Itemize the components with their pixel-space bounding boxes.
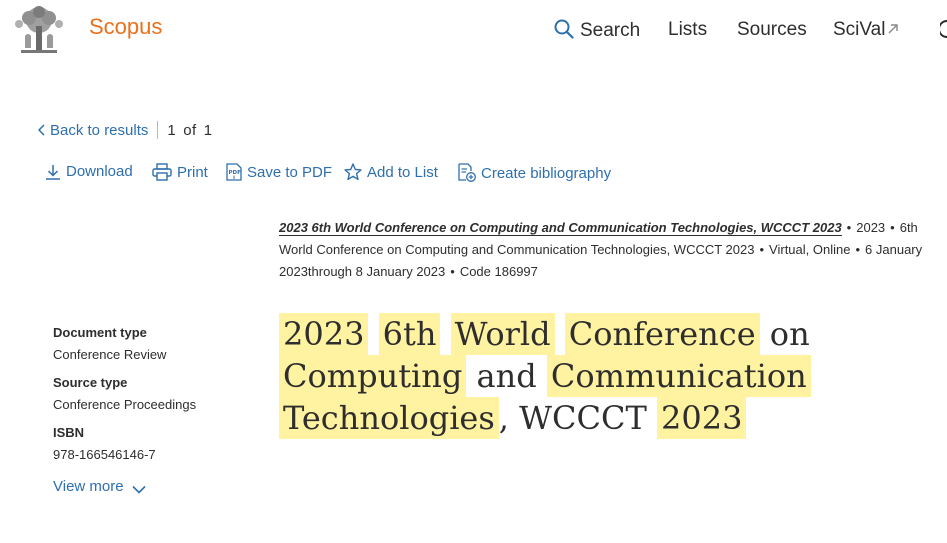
print-button[interactable]: Print <box>152 163 208 181</box>
download-label: Download <box>66 163 133 180</box>
add-to-list-button[interactable]: Add to List <box>344 163 438 181</box>
title-word-highlighted: Conference <box>564 313 760 355</box>
chevron-down-icon <box>132 485 146 494</box>
separator-dot: • <box>855 242 861 257</box>
printer-icon <box>152 163 172 181</box>
isbn-value: 978-166546146-7 <box>53 447 156 462</box>
separator-dot: • <box>846 220 852 235</box>
elsevier-logo-icon[interactable] <box>11 6 67 56</box>
view-more-label: View more <box>53 478 124 495</box>
nav-search-label: Search <box>580 20 641 41</box>
create-bibliography-button[interactable]: Create bibliography <box>458 163 611 182</box>
save-to-pdf-button[interactable]: PDF Save to PDF <box>226 163 332 181</box>
results-navigation: Back to results 1 of 1 <box>37 121 220 139</box>
nav-scival-label: SciVal <box>833 19 886 40</box>
view-more-button[interactable]: View more <box>53 478 146 495</box>
isbn-label: ISBN <box>53 425 85 440</box>
document-title: 2023 6th World Conference on Computing a… <box>279 313 947 439</box>
source-type-value: Conference Proceedings <box>53 397 197 412</box>
nav-lists[interactable]: Lists <box>668 19 707 41</box>
current-result: 1 <box>167 122 177 139</box>
bibliography-icon <box>458 163 476 182</box>
download-icon <box>46 165 60 180</box>
add-to-list-label: Add to List <box>367 164 438 181</box>
chevron-left-icon <box>37 124 45 136</box>
nav-search[interactable]: Search <box>554 19 640 42</box>
title-word-highlighted: Technologies <box>279 397 499 439</box>
document-type-value: Conference Review <box>53 347 167 362</box>
title-word: WCCCT <box>519 399 647 437</box>
separator-dot: • <box>890 220 895 235</box>
source-type-label: Source type <box>53 375 128 390</box>
separator-dot: • <box>450 264 455 279</box>
nav-scival[interactable]: SciVal <box>833 19 899 41</box>
external-link-icon <box>888 24 899 34</box>
help-icon[interactable] <box>940 18 947 40</box>
title-word-highlighted: 6th <box>378 313 441 355</box>
title-word-highlighted: 2023 <box>656 397 747 439</box>
title-word-highlighted: Computing <box>279 355 467 397</box>
download-button[interactable]: Download <box>45 163 133 180</box>
total-results: 1 <box>203 122 213 139</box>
pdf-file-icon: PDF <box>226 163 242 181</box>
title-word-highlighted: 2023 <box>279 313 369 355</box>
source-year: 2023 <box>856 220 886 235</box>
back-to-results-link[interactable]: Back to results <box>37 122 149 139</box>
scopus-brand[interactable]: Scopus <box>89 14 162 40</box>
nav-sources[interactable]: Sources <box>737 19 807 41</box>
title-word: , <box>498 399 509 437</box>
conference-location: Virtual, Online <box>769 242 851 257</box>
conference-code: Code 186997 <box>459 264 538 279</box>
title-word-highlighted: Communication <box>546 355 811 397</box>
title-word: and <box>476 357 537 395</box>
create-bibliography-label: Create bibliography <box>481 165 612 182</box>
save-to-pdf-label: Save to PDF <box>247 164 333 181</box>
separator-dot: • <box>759 242 765 257</box>
top-header: Scopus Search Lists Sources SciVal <box>0 0 947 70</box>
star-icon <box>344 163 362 181</box>
document-type-label: Document type <box>53 325 147 340</box>
divider <box>157 121 159 139</box>
title-word: on <box>769 315 810 353</box>
source-info: 2023 6th World Conference on Computing a… <box>279 217 939 283</box>
result-paging: 1 of 1 <box>167 122 219 139</box>
title-word-highlighted: World <box>450 313 555 355</box>
svg-text:PDF: PDF <box>229 170 242 176</box>
back-to-results-label: Back to results <box>50 122 149 139</box>
print-label: Print <box>177 164 208 181</box>
of-label: of <box>183 122 197 139</box>
search-icon <box>554 19 574 39</box>
source-title-link[interactable]: 2023 6th World Conference on Computing a… <box>279 220 842 236</box>
